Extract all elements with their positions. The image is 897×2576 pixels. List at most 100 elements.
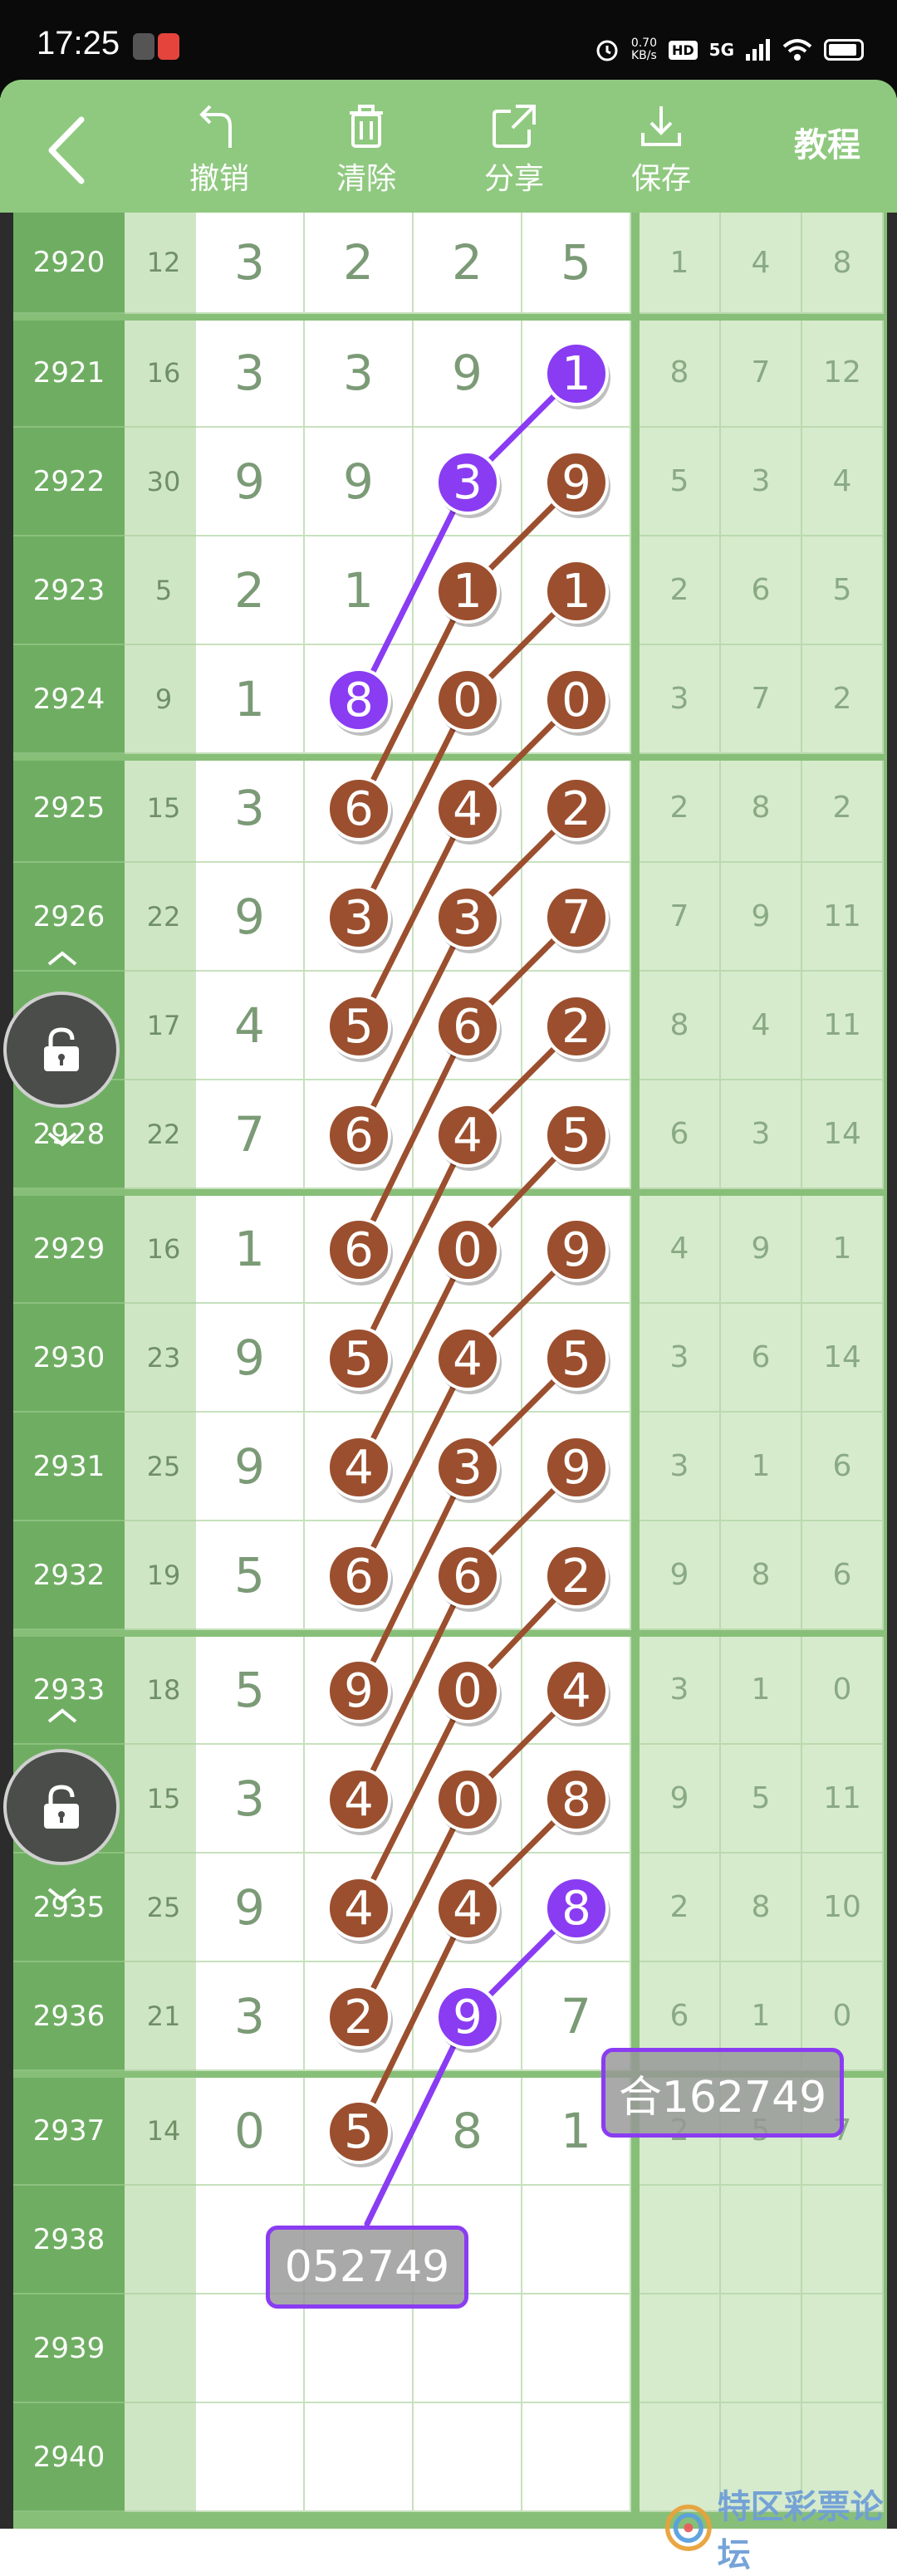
digit-cell[interactable]: 9 <box>305 1636 414 1745</box>
digit-cell[interactable]: 4 <box>305 1745 414 1854</box>
digit-cell[interactable]: 5 <box>305 2077 414 2186</box>
digit-cell[interactable]: 0 <box>414 1636 522 1745</box>
column-gap <box>631 1962 640 2071</box>
digit-cell[interactable]: 3 <box>414 428 522 536</box>
digit-cell[interactable]: 6 <box>305 754 414 863</box>
digit-cell[interactable]: 3 <box>414 863 522 972</box>
digit-cell[interactable]: 3 <box>414 1413 522 1521</box>
digit-cell[interactable]: 9 <box>196 1413 305 1521</box>
digit-cell[interactable]: 9 <box>522 428 631 536</box>
digit-cell[interactable]: 2 <box>414 213 522 314</box>
digit-cell[interactable] <box>522 2186 631 2294</box>
digit-cell[interactable]: 0 <box>414 1745 522 1854</box>
digit-cell[interactable]: 3 <box>196 1745 305 1854</box>
digit-cell[interactable]: 5 <box>522 1080 631 1189</box>
digit-cell[interactable]: 4 <box>196 972 305 1080</box>
digit-cell[interactable]: 1 <box>196 1195 305 1304</box>
digit-cell[interactable]: 0 <box>414 645 522 754</box>
digit-cell[interactable]: 2 <box>522 754 631 863</box>
digit-cell[interactable]: 4 <box>414 1304 522 1413</box>
column-gap <box>631 1521 640 1630</box>
column-gap <box>631 972 640 1080</box>
digit-cell[interactable] <box>414 2186 522 2294</box>
digit-cell[interactable]: 8 <box>522 1745 631 1854</box>
digit-cell[interactable]: 7 <box>522 863 631 972</box>
digit-cell[interactable]: 1 <box>305 536 414 645</box>
digit-cell[interactable]: 1 <box>522 2077 631 2186</box>
digit-cell[interactable]: 3 <box>305 863 414 972</box>
digit-cell[interactable]: 9 <box>196 428 305 536</box>
digit-cell[interactable]: 5 <box>196 1636 305 1745</box>
digit-cell[interactable] <box>305 2403 414 2512</box>
digit-cell[interactable]: 5 <box>196 1521 305 1630</box>
digit-cell[interactable]: 6 <box>305 1080 414 1189</box>
digit-cell[interactable]: 9 <box>196 1304 305 1413</box>
digit-cell[interactable]: 5 <box>522 1304 631 1413</box>
clear-button[interactable]: 清除 <box>316 98 416 198</box>
issue-number: 2924 <box>13 645 125 754</box>
digit-cell[interactable]: 6 <box>305 1521 414 1630</box>
digit-cell[interactable]: 0 <box>196 2077 305 2186</box>
digit-cell[interactable]: 0 <box>414 1195 522 1304</box>
digit-cell[interactable]: 9 <box>414 1962 522 2071</box>
digit-cell[interactable] <box>196 2403 305 2512</box>
digit-cell[interactable]: 8 <box>305 645 414 754</box>
save-button[interactable]: 保存 <box>611 98 711 198</box>
digit-cell[interactable] <box>196 2186 305 2294</box>
digit-cell[interactable]: 5 <box>305 972 414 1080</box>
stat-cell: 2 <box>802 754 884 863</box>
digit-cell[interactable]: 1 <box>522 319 631 428</box>
digit-cell[interactable] <box>305 2294 414 2403</box>
digit-cell[interactable]: 3 <box>196 319 305 428</box>
digit-cell[interactable]: 9 <box>522 1413 631 1521</box>
digit-cell[interactable] <box>522 2403 631 2512</box>
share-button[interactable]: 分享 <box>464 98 564 198</box>
digit-cell[interactable]: 1 <box>522 536 631 645</box>
digit-cell[interactable]: 3 <box>196 1962 305 2071</box>
digit-cell[interactable] <box>414 2403 522 2512</box>
digit-cell[interactable] <box>305 2186 414 2294</box>
digit-cell[interactable]: 3 <box>196 754 305 863</box>
digit-cell[interactable]: 2 <box>522 972 631 1080</box>
digit-cell[interactable]: 4 <box>414 754 522 863</box>
digit-cell[interactable]: 9 <box>305 428 414 536</box>
digit-cell[interactable]: 4 <box>305 1413 414 1521</box>
digit-cell[interactable]: 2 <box>305 1962 414 2071</box>
digit-cell[interactable] <box>414 2294 522 2403</box>
table-row: 2940 <box>13 2403 887 2512</box>
digit-cell[interactable]: 4 <box>522 1636 631 1745</box>
digit-cell[interactable]: 5 <box>522 213 631 314</box>
digit-cell[interactable]: 9 <box>522 1195 631 1304</box>
chevron-left-icon[interactable] <box>42 113 91 188</box>
digit-cell[interactable]: 9 <box>414 319 522 428</box>
net-speed: 0.70 KB/s <box>630 37 657 62</box>
digit-cell[interactable]: 6 <box>414 1521 522 1630</box>
digit-cell[interactable]: 0 <box>522 645 631 754</box>
digit-cell[interactable]: 2 <box>305 213 414 314</box>
digit-cell[interactable] <box>522 2294 631 2403</box>
digit-cell[interactable]: 1 <box>196 645 305 754</box>
group-separator <box>13 754 887 761</box>
digit-cell[interactable]: 4 <box>414 1080 522 1189</box>
digit-cell[interactable]: 7 <box>196 1080 305 1189</box>
trend-grid[interactable]: 2920123225148292116339187122922309939534… <box>0 213 897 2529</box>
digit-cell[interactable]: 9 <box>196 1854 305 1962</box>
digit-cell[interactable]: 2 <box>522 1521 631 1630</box>
digit-cell[interactable]: 6 <box>305 1195 414 1304</box>
digit-cell[interactable]: 2 <box>196 536 305 645</box>
digit-cell[interactable]: 4 <box>414 1854 522 1962</box>
digit-cell[interactable]: 8 <box>414 2077 522 2186</box>
digit-cell[interactable] <box>196 2294 305 2403</box>
undo-button[interactable]: 撤销 <box>169 98 269 198</box>
digit-cell[interactable]: 5 <box>305 1304 414 1413</box>
digit-cell[interactable]: 3 <box>305 319 414 428</box>
stat-cell: 8 <box>640 972 721 1080</box>
digit-cell[interactable]: 4 <box>305 1854 414 1962</box>
digit-cell[interactable]: 7 <box>522 1962 631 2071</box>
digit-cell[interactable]: 8 <box>522 1854 631 1962</box>
digit-cell[interactable]: 3 <box>196 213 305 314</box>
digit-cell[interactable]: 6 <box>414 972 522 1080</box>
digit-cell[interactable]: 1 <box>414 536 522 645</box>
tutorial-button[interactable]: 教程 <box>794 118 860 166</box>
digit-cell[interactable]: 9 <box>196 863 305 972</box>
